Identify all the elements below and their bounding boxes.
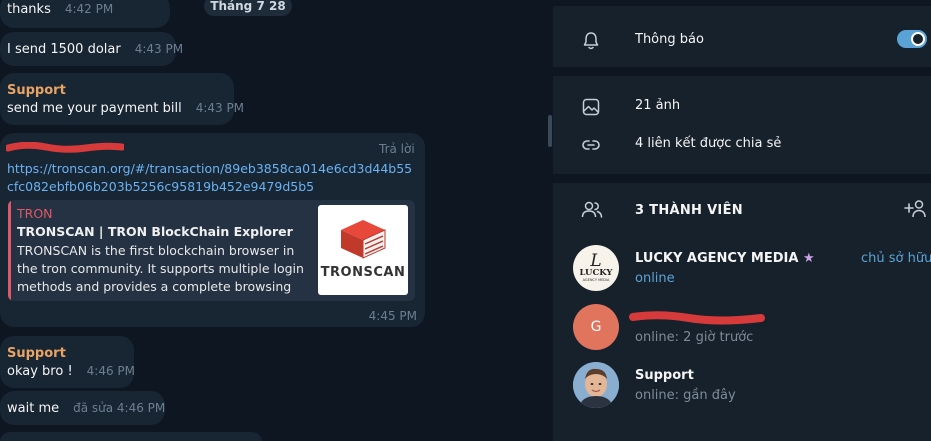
toggle-knob <box>911 32 925 46</box>
chat-scrollbar[interactable] <box>548 115 552 147</box>
members-title: 3 THÀNH VIÊN <box>635 203 743 218</box>
preview-site-name: TRON <box>17 206 53 221</box>
message-text: thanks <box>7 2 51 17</box>
redacted-member-name <box>629 311 765 325</box>
avatar[interactable]: G <box>573 304 619 350</box>
notifications-label: Thông báo <box>635 32 704 47</box>
group-info-panel: Thông báo 21 ảnh 4 liên kết được chia sẻ… <box>553 0 931 441</box>
link-preview[interactable]: TRON TRONSCAN | TRON BlockChain Explorer… <box>8 200 415 301</box>
message-bubble[interactable]: wait me đã sửa 4:46 PM <box>0 391 165 425</box>
tronscan-logo-icon <box>341 220 386 259</box>
add-member-icon[interactable] <box>903 198 927 220</box>
avatar[interactable]: L LUCKY AGENCY MEDIA <box>573 245 619 291</box>
message-time: đã sửa 4:46 PM <box>73 401 166 415</box>
chat-pane: thanks 4:42 PM Tháng 7 28 I send 1500 dol… <box>0 0 553 441</box>
avatar-text: LUCKY <box>579 268 613 278</box>
message-time: 4:46 PM <box>86 364 136 378</box>
redacted-sender-name <box>6 142 124 153</box>
member-name: Support <box>635 368 694 383</box>
bell-icon <box>583 32 599 50</box>
avatar-subtext: AGENCY MEDIA <box>582 278 610 282</box>
reply-label[interactable]: Trả lời <box>379 142 415 156</box>
member-row[interactable]: L LUCKY AGENCY MEDIA LUCKY AGENCY MEDIA … <box>573 245 931 295</box>
notifications-toggle[interactable] <box>897 30 927 48</box>
transaction-link[interactable]: https://tronscan.org/#/transaction/89eb3… <box>7 160 417 196</box>
media-label: 21 ảnh <box>635 98 681 113</box>
media-row[interactable]: 21 ảnh <box>553 89 931 125</box>
avatar[interactable] <box>573 362 619 408</box>
links-row[interactable]: 4 liên kết được chia sẻ <box>553 127 931 163</box>
members-icon <box>581 201 603 218</box>
links-label: 4 liên kết được chia sẻ <box>635 136 782 151</box>
member-status: online <box>635 271 675 286</box>
message-text: I send 1500 dolar <box>7 42 121 57</box>
message-time: 4:43 PM <box>134 42 184 56</box>
owner-badge: chủ sở hữu <box>861 251 931 266</box>
message-time: 4:45 PM <box>368 309 417 323</box>
message-text: okay bro ! <box>7 364 73 379</box>
member-row[interactable]: G online: 2 giờ trước <box>573 304 931 354</box>
section-divider <box>553 0 931 6</box>
member-status: online: 2 giờ trước <box>635 330 754 345</box>
date-pill: Tháng 7 28 <box>204 0 292 16</box>
preview-accent-bar <box>8 200 11 301</box>
message-bubble[interactable]: Support send me your payment bill 4:43 PM <box>0 73 244 125</box>
section-divider <box>553 67 931 76</box>
message-sender[interactable]: Support <box>7 345 126 362</box>
preview-thumbnail[interactable]: TRONSCAN <box>318 205 408 295</box>
message-text: send me your payment bill <box>7 101 182 116</box>
message-time: 4:43 PM <box>195 101 245 115</box>
notifications-row[interactable]: Thông báo <box>553 23 931 59</box>
preview-title: TRONSCAN | TRON BlockChain Explorer <box>17 224 293 239</box>
section-divider <box>553 174 931 183</box>
preview-thumb-text: TRONSCAN <box>320 265 406 280</box>
star-icon: ★ <box>802 251 815 266</box>
message-bubble[interactable]: Support okay bro ! 4:46 PM <box>0 336 136 388</box>
message-bubble[interactable]: I send 1500 dolar 4:43 PM <box>0 32 183 66</box>
message-text: wait me <box>7 401 60 416</box>
message-bubble[interactable]: thanks 4:42 PM <box>0 0 170 28</box>
message-bubble[interactable] <box>0 432 262 441</box>
member-status: online: gần đây <box>635 388 736 403</box>
message-time: 4:42 PM <box>64 2 114 16</box>
preview-description: TRONSCAN is the first blockchain browser… <box>17 243 304 294</box>
link-icon <box>582 140 600 150</box>
message-sender[interactable]: Support <box>7 82 226 99</box>
person-photo-icon <box>573 362 619 408</box>
member-name: LUCKY AGENCY MEDIA ★ <box>635 251 815 266</box>
member-row[interactable]: Support online: gần đây <box>573 362 931 412</box>
image-icon <box>582 98 600 116</box>
